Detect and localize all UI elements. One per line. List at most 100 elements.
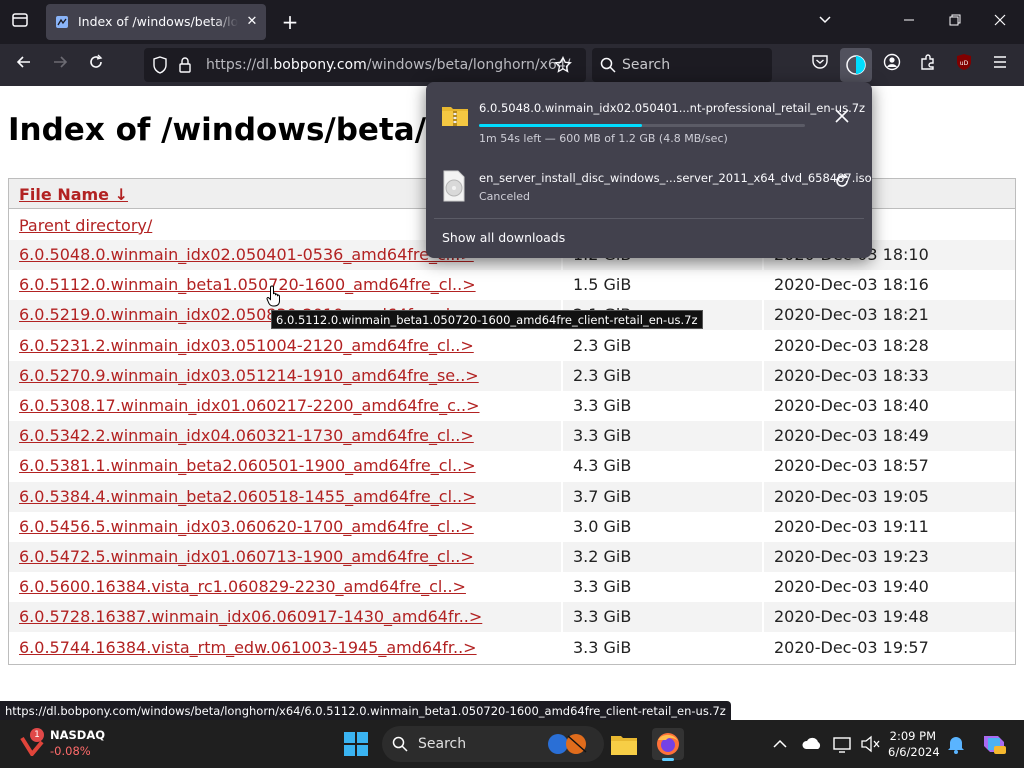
file-size: 3.3 GiB [561, 391, 761, 421]
widget-value: -0.08% [50, 744, 91, 758]
search-placeholder: Search [622, 57, 671, 73]
file-link[interactable]: 6.0.5456.5.winmain_idx03.060620-1700_amd… [19, 517, 474, 536]
file-explorer-icon[interactable] [608, 728, 640, 760]
chevron-up-icon[interactable] [770, 728, 790, 760]
lock-icon[interactable] [178, 56, 192, 78]
star-icon[interactable] [554, 55, 572, 78]
system-clock[interactable]: 2:09 PM 6/6/2024 [888, 728, 940, 760]
file-date: 2020-Dec-03 19:57 [762, 632, 1015, 663]
column-file-name[interactable]: File Name ↓ [19, 185, 128, 204]
plus-icon[interactable]: + [280, 12, 300, 32]
taskbar-search-label: Search [418, 736, 467, 752]
downloads-icon[interactable] [840, 48, 872, 82]
file-date: 2020-Dec-03 19:05 [762, 481, 1015, 512]
file-date: 2020-Dec-03 18:33 [762, 360, 1015, 391]
menu-icon[interactable] [988, 53, 1012, 77]
tab-list-icon[interactable] [8, 11, 32, 33]
file-size: 1.5 GiB [561, 270, 761, 301]
taskbar: 1 NASDAQ -0.08% Search 2:09 PM 6/6/2024 [0, 720, 1024, 768]
table-row: 6.0.5472.5.winmain_idx01.060713-1900_amd… [9, 542, 1015, 572]
ublock-icon[interactable]: uD [952, 53, 976, 77]
display-icon[interactable] [830, 728, 854, 760]
tab-active[interactable]: Index of /windows/beta/longhorn/x64/ ✕ [46, 4, 266, 40]
download-status: 1m 54s left — 600 MB of 1.2 GB (4.8 MB/s… [479, 132, 728, 145]
close-window-icon[interactable] [988, 10, 1012, 34]
file-date: 2020-Dec-03 19:48 [762, 602, 1015, 633]
file-date: 2020-Dec-03 18:40 [762, 391, 1015, 421]
file-link[interactable]: 6.0.5384.4.winmain_beta2.060518-1455_amd… [19, 487, 476, 506]
table-row: 6.0.5728.16387.winmain_idx06.060917-1430… [9, 602, 1015, 633]
parent-directory-link[interactable]: Parent directory/ [19, 216, 152, 235]
file-size: 2.3 GiB [561, 360, 761, 391]
restore-icon[interactable] [943, 10, 967, 34]
file-link[interactable]: 6.0.5472.5.winmain_idx01.060713-1900_amd… [19, 547, 474, 566]
file-link[interactable]: 6.0.5231.2.winmain_idx03.051004-2120_amd… [19, 336, 474, 355]
file-size: 3.3 GiB [561, 602, 761, 633]
widget-title: NASDAQ [50, 728, 106, 742]
chevron-down-icon[interactable] [813, 10, 837, 34]
firefox-icon[interactable] [652, 728, 684, 761]
search-highlight-icon [546, 732, 598, 760]
cloud-icon[interactable] [800, 728, 824, 760]
search-input[interactable]: Search [592, 48, 772, 82]
retry-icon[interactable] [830, 172, 854, 196]
clock-date: 6/6/2024 [888, 745, 940, 759]
search-icon [600, 57, 616, 77]
address-bar[interactable]: https://dl.bobpony.com/windows/beta/long… [144, 48, 586, 82]
table-row: 6.0.5112.0.winmain_beta1.050720-1600_amd… [9, 270, 1015, 301]
account-icon[interactable] [880, 53, 904, 77]
download-item[interactable]: 6.0.5048.0.winmain_idx02.050401...nt-pro… [434, 88, 866, 152]
file-size: 2.3 GiB [561, 330, 761, 361]
forward-icon[interactable] [48, 53, 72, 77]
pocket-icon[interactable] [808, 53, 832, 77]
extensions-icon[interactable] [916, 53, 940, 77]
file-link[interactable]: 6.0.5308.17.winmain_idx01.060217-2200_am… [19, 396, 480, 415]
windows-start-icon[interactable] [340, 728, 372, 760]
taskbar-search[interactable]: Search [382, 726, 604, 762]
minimize-icon[interactable] [897, 10, 921, 34]
file-size: 3.2 GiB [561, 542, 761, 572]
file-size: 3.0 GiB [561, 511, 761, 542]
archive-file-icon [440, 100, 468, 130]
file-link[interactable]: 6.0.5381.1.winmain_beta2.060501-1900_amd… [19, 456, 476, 475]
table-row: 6.0.5381.1.winmain_beta2.060501-1900_amd… [9, 451, 1015, 482]
download-filename: 6.0.5048.0.winmain_idx02.050401...nt-pro… [479, 101, 866, 115]
shield-icon[interactable] [152, 56, 168, 78]
file-link[interactable]: 6.0.5342.2.winmain_idx04.060321-1730_amd… [19, 426, 474, 445]
download-status: Canceled [479, 190, 531, 203]
file-link[interactable]: 6.0.5048.0.winmain_idx02.050401-0536_amd… [19, 245, 474, 264]
table-row: 6.0.5384.4.winmain_beta2.060518-1455_amd… [9, 481, 1015, 512]
file-link[interactable]: 6.0.5270.9.winmain_idx03.051214-1910_amd… [19, 366, 479, 385]
stock-widget[interactable]: 1 NASDAQ -0.08% [18, 726, 138, 762]
title-bar: Index of /windows/beta/longhorn/x64/ ✕ + [0, 0, 1024, 44]
close-icon[interactable]: ✕ [244, 14, 260, 30]
copilot-icon[interactable] [978, 728, 1010, 760]
notification-icon[interactable] [944, 728, 968, 760]
url-text: https://dl.bobpony.com/windows/beta/long… [206, 57, 571, 73]
svg-text:uD: uD [960, 60, 969, 67]
file-link[interactable]: 6.0.5728.16387.winmain_idx06.060917-1430… [19, 607, 482, 626]
download-item[interactable]: en_server_install_disc_windows_...server… [434, 158, 872, 220]
downloads-panel: 6.0.5048.0.winmain_idx02.050401...nt-pro… [426, 82, 872, 258]
disc-file-icon [440, 170, 468, 202]
file-size: 3.3 GiB [561, 572, 761, 603]
volume-icon[interactable] [858, 728, 882, 760]
file-date: 2020-Dec-03 19:23 [762, 542, 1015, 572]
file-link[interactable]: 6.0.5744.16384.vista_rtm_edw.061003-1945… [19, 638, 477, 657]
file-size: 3.3 GiB [561, 421, 761, 452]
firefox-tab-favicon [55, 14, 69, 28]
file-link[interactable]: 6.0.5112.0.winmain_beta1.050720-1600_amd… [19, 275, 476, 294]
file-date: 2020-Dec-03 19:11 [762, 511, 1015, 542]
file-size: 3.3 GiB [561, 632, 761, 663]
table-row: 6.0.5270.9.winmain_idx03.051214-1910_amd… [9, 360, 1015, 391]
file-size: 4.3 GiB [561, 451, 761, 482]
search-icon [392, 736, 408, 756]
back-icon[interactable] [12, 53, 36, 77]
reload-icon[interactable] [84, 53, 108, 77]
file-link[interactable]: 6.0.5600.16384.vista_rc1.060829-2230_amd… [19, 577, 466, 596]
cancel-download-icon[interactable] [830, 106, 854, 130]
file-date: 2020-Dec-03 19:40 [762, 572, 1015, 603]
clock-time: 2:09 PM [889, 729, 936, 743]
show-all-downloads-button[interactable]: Show all downloads [442, 230, 565, 245]
link-tooltip: 6.0.5112.0.winmain_beta1.050720-1600_amd… [271, 310, 703, 329]
